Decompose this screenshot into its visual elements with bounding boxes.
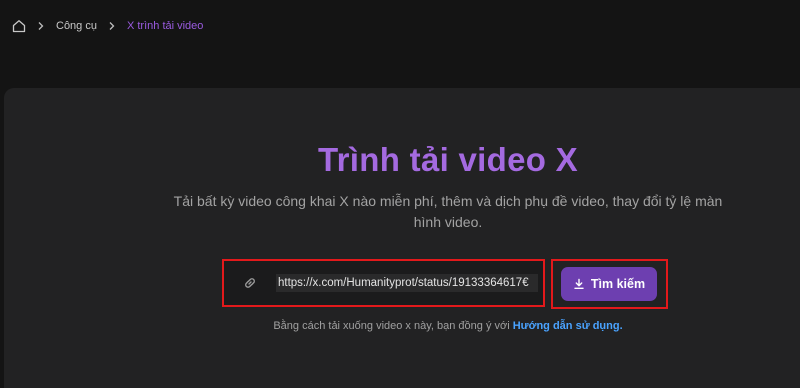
- chevron-right-icon: [26, 21, 56, 31]
- url-input-group: [222, 259, 545, 307]
- page: Công cụ X trình tải video Trình tải vide…: [0, 0, 800, 388]
- page-title: Trình tải video X: [318, 141, 578, 178]
- page-subtitle: Tải bất kỳ video công khai X nào miễn ph…: [173, 193, 723, 230]
- breadcrumb-current: X trình tải video: [126, 20, 204, 32]
- breadcrumb: Công cụ X trình tải video: [12, 17, 203, 35]
- search-button-label: Tìm kiếm: [590, 277, 646, 291]
- url-input[interactable]: [276, 274, 538, 292]
- search-button[interactable]: Tìm kiếm: [561, 267, 657, 301]
- terms-text: Bằng cách tải xuống video x này, bạn đồn…: [0, 320, 800, 332]
- terms-prefix: Bằng cách tải xuống video x này, bạn đồn…: [273, 320, 513, 332]
- chevron-right-icon: [97, 21, 127, 31]
- breadcrumb-tools-link[interactable]: Công cụ: [56, 20, 97, 32]
- home-icon[interactable]: [12, 19, 26, 33]
- search-button-group: Tìm kiếm: [551, 259, 668, 309]
- main-card: [4, 88, 800, 388]
- link-icon: [224, 276, 276, 290]
- usage-guide-link[interactable]: Hướng dẫn sử dụng.: [513, 320, 623, 332]
- download-icon: [573, 278, 585, 290]
